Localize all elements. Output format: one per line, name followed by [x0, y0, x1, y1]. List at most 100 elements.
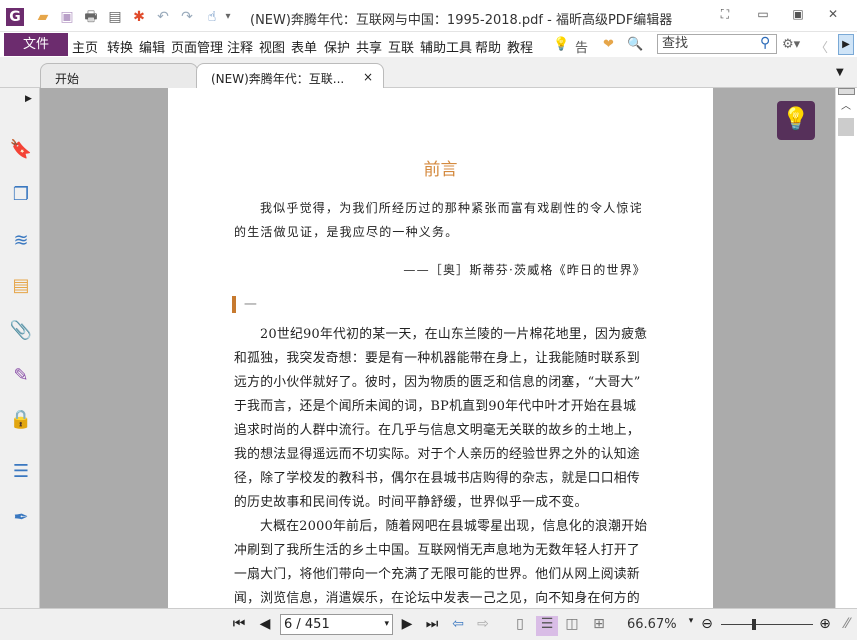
search-icon[interactable]: ⚲ [760, 35, 770, 51]
bookmark-icon[interactable]: 🔖 [9, 138, 33, 162]
first-page-icon[interactable]: ⏮ [230, 616, 248, 632]
lightbulb-tip-button[interactable]: 💡 [777, 101, 815, 140]
menu-view[interactable]: 视图 [259, 37, 285, 56]
menu-edit[interactable]: 编辑 [139, 37, 165, 56]
body-line: 一扇大门，将他们带向一个充满了无限可能的世界。他们从网上阅读新 [234, 567, 641, 582]
open-folder-icon[interactable]: ▰ [34, 8, 52, 26]
page-number: 6 / 451 [284, 617, 330, 632]
zoom-out-icon[interactable]: ⊖ [698, 616, 716, 632]
body-line: 远方的小伙伴就好了。彼时，因为物质的匮乏和信息的闭塞，“大哥大” [234, 375, 641, 390]
body-line: 冲刷到了我所生活的乡土中国。互联网悄无声息地为无数年轻人打开了 [234, 543, 641, 558]
menu-bar: 文件 主页 转换 编辑 页面管理 注释 视图 表单 保护 共享 互联 辅助工具 … [0, 32, 857, 75]
form-fields-icon[interactable]: ☰ [9, 460, 33, 484]
section-marker [232, 296, 236, 313]
minimize-button[interactable]: ▭ [753, 7, 773, 23]
continuous-page-icon[interactable]: ☰ [536, 616, 558, 636]
menu-connect[interactable]: 互联 [388, 37, 414, 56]
single-page-icon[interactable]: ▯ [511, 616, 529, 632]
app-logo-icon: G [6, 8, 24, 26]
last-page-icon[interactable]: ⏭ [423, 616, 441, 632]
menu-protect[interactable]: 保护 [324, 37, 350, 56]
menu-comment[interactable]: 注释 [227, 37, 253, 56]
page-number-input[interactable]: 6 / 451 ▾ [280, 614, 393, 635]
menu-accessibility[interactable]: 辅助工具 [420, 37, 472, 56]
epigraph-attribution: ——［奥］斯蒂芬·茨威格《昨日的世界》 [403, 263, 646, 277]
certify-icon[interactable]: ✒ [9, 506, 33, 530]
form-icon[interactable]: ▤ [106, 8, 124, 26]
body-line: 20世纪90年代初的某一天，在山东兰陵的一片棉花地里，因为疲惫 [260, 327, 648, 342]
print-icon[interactable]: 🖶 [82, 8, 100, 26]
settings-gear-icon[interactable]: ⚙▾ [782, 37, 800, 52]
fullscreen-icon[interactable]: ⛶ [715, 7, 735, 23]
customize-dropdown-icon[interactable]: ▾ [222, 8, 234, 26]
tab-start[interactable]: 开始 [40, 63, 198, 88]
window-title: (NEW)奔腾年代：互联网与中国：1995-2018.pdf - 福昕高级PDF… [250, 13, 673, 28]
body-line: 和孤独，我突发奇想：要是有一种机器能带在身上，让我能随时联系到 [234, 351, 641, 366]
heart-icon[interactable]: ❤ [603, 37, 614, 52]
maximize-button[interactable]: ▣ [788, 7, 808, 23]
body-line: 的历史故事和民间传说。时间平静舒缓，世界似乎一成不变。 [234, 495, 588, 510]
zoom-in-icon[interactable]: ⊕ [816, 616, 834, 632]
menu-form[interactable]: 表单 [291, 37, 317, 56]
redo-icon[interactable]: ↷ [178, 8, 196, 26]
hand-tool-icon[interactable]: ☝ [203, 8, 221, 26]
menu-home[interactable]: 主页 [72, 37, 98, 56]
scroll-left-icon[interactable]: 〈 [815, 37, 828, 56]
security-icon[interactable]: 🔒 [9, 408, 33, 432]
facing-pages-icon[interactable]: ◫ [563, 616, 581, 632]
file-menu[interactable]: 文件 [4, 33, 68, 56]
body-line: 径，除了学校发的教科书，偶尔在县城书店购得的杂志，就是口口相传 [234, 471, 641, 486]
navigation-sidebar: ▶ 🔖 ❐ ≋ ▤ 📎 ✎ 🔒 ☰ ✒ [0, 88, 40, 608]
next-view-icon[interactable]: ⇨ [474, 616, 492, 632]
menu-help[interactable]: 帮助 [475, 37, 501, 56]
menu-convert[interactable]: 转换 [107, 37, 133, 56]
title-bar: G ▰ ▣ 🖶 ▤ ✱ ↶ ↷ ☝ ▾ (NEW)奔腾年代：互联网与中国：199… [0, 0, 857, 32]
search-folder-icon[interactable]: 🔍 [627, 37, 643, 52]
menu-tutorial[interactable]: 教程 [507, 37, 533, 56]
zoom-level[interactable]: 66.67% [627, 617, 677, 632]
comments-icon[interactable]: ▤ [9, 274, 33, 298]
next-page-icon[interactable]: ▶ [398, 616, 416, 632]
previous-view-icon[interactable]: ⇦ [449, 616, 467, 632]
page-dropdown-icon[interactable]: ▾ [384, 615, 389, 634]
status-bar: ⏮ ◀ 6 / 451 ▾ ▶ ⏭ ⇦ ⇨ ▯ ☰ ◫ ⊞ 66.67% ▾ ⊖ … [0, 608, 857, 640]
document-view: 前言 我似乎觉得，为我们所经历过的那种紧张而富有戏剧性的令人惊诧 的生活做见证，… [40, 88, 835, 608]
section-number: 一 [244, 298, 258, 313]
layers-icon[interactable]: ≋ [9, 229, 33, 253]
body-line: 大概在2000年前后，随着网吧在县城零星出现，信息化的浪潮开始 [260, 519, 648, 534]
pdf-page: 前言 我似乎觉得，为我们所经历过的那种紧张而富有戏剧性的令人惊诧 的生活做见证，… [168, 88, 713, 608]
tab-document[interactable]: (NEW)奔腾年代：互联... × [196, 63, 384, 88]
continuous-facing-icon[interactable]: ⊞ [590, 616, 608, 632]
new-icon[interactable]: ✱ [130, 8, 148, 26]
close-tab-icon[interactable]: × [363, 70, 373, 84]
search-input[interactable]: 查找 [657, 34, 777, 54]
signature-icon[interactable]: ✎ [9, 364, 33, 388]
tab-bar: 开始 (NEW)奔腾年代：互联... × ▼ [0, 57, 857, 88]
body-line: 我的想法显得遥远而不切实际。对于个人亲历的经验世界之外的认知途 [234, 447, 641, 462]
page-heading: 前言 [423, 160, 458, 180]
epigraph-line: 的生活做见证，是我应尽的一种义务。 [234, 225, 459, 239]
tab-list-dropdown-icon[interactable]: ▼ [836, 67, 844, 78]
scroll-right-icon[interactable]: ▶ [838, 34, 854, 55]
scrollbar-top-cap [838, 88, 855, 95]
pages-icon[interactable]: ❐ [9, 183, 33, 207]
menu-organize[interactable]: 页面管理 [171, 37, 223, 56]
undo-icon[interactable]: ↶ [154, 8, 172, 26]
body-line: 于我而言，还是个闻所未闻的词，BP机直到90年代中叶才开始在县城 [234, 399, 637, 414]
menu-share[interactable]: 共享 [356, 37, 382, 56]
scrollbar-thumb[interactable] [838, 118, 854, 136]
zoom-slider-thumb[interactable] [752, 619, 756, 630]
attachments-icon[interactable]: 📎 [9, 319, 33, 343]
tab-label: 开始 [55, 72, 80, 86]
close-button[interactable]: ✕ [823, 7, 843, 23]
previous-page-icon[interactable]: ◀ [256, 616, 274, 632]
lightbulb-icon[interactable]: 💡 [553, 37, 569, 52]
tab-label: (NEW)奔腾年代：互联... [211, 72, 345, 86]
resize-grip-icon[interactable]: ⁄⁄ [838, 616, 856, 632]
scroll-up-icon[interactable]: ︿ [841, 97, 851, 112]
vertical-scrollbar[interactable]: ︿ [835, 88, 857, 608]
zoom-slider[interactable] [721, 624, 813, 625]
epigraph-line: 我似乎觉得，为我们所经历过的那种紧张而富有戏剧性的令人惊诧 [260, 201, 643, 215]
expand-panel-icon[interactable]: ▶ [25, 94, 32, 104]
save-icon[interactable]: ▣ [58, 8, 76, 26]
